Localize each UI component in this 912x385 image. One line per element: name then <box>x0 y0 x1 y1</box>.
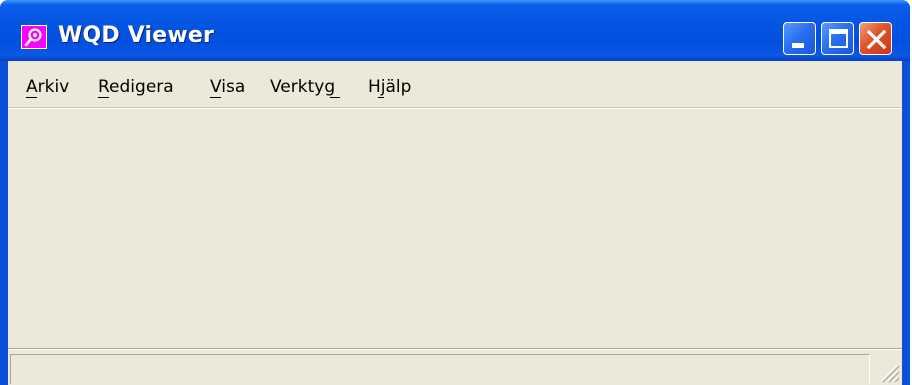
mnemonic-underline <box>98 97 109 98</box>
client-area: Arkiv Redigera Visa Verktyg Hjälp <box>8 61 902 385</box>
mnemonic-underline <box>330 97 340 98</box>
title-bar[interactable]: WQD Viewer <box>0 0 910 61</box>
size-grip-icon[interactable] <box>876 359 900 383</box>
mnemonic-underline <box>210 97 221 98</box>
maximize-button[interactable] <box>821 22 854 55</box>
menu-redigera[interactable]: Redigera <box>98 77 174 97</box>
menu-divider <box>8 108 902 109</box>
app-window: WQD Viewer Arkiv Redigera Visa Verktyg H… <box>0 0 910 385</box>
mnemonic-underline <box>26 97 37 98</box>
mnemonic-underline <box>378 97 384 98</box>
close-icon <box>866 29 887 50</box>
minimize-button[interactable] <box>783 22 816 55</box>
document-view[interactable] <box>8 110 902 349</box>
menu-bar: Arkiv Redigera Visa Verktyg Hjälp <box>8 61 902 108</box>
menu-arkiv[interactable]: Arkiv <box>26 77 69 97</box>
menu-hjalp[interactable]: Hjälp <box>368 77 411 97</box>
minimize-icon <box>792 43 804 48</box>
menu-verktyg[interactable]: Verktyg <box>270 77 335 97</box>
menu-visa[interactable]: Visa <box>210 77 245 97</box>
close-button[interactable] <box>859 22 892 55</box>
status-panel <box>10 354 870 384</box>
viewer-app-icon[interactable] <box>21 25 47 49</box>
status-bar <box>8 349 902 385</box>
maximize-icon <box>829 29 848 48</box>
window-title: WQD Viewer <box>58 23 215 48</box>
